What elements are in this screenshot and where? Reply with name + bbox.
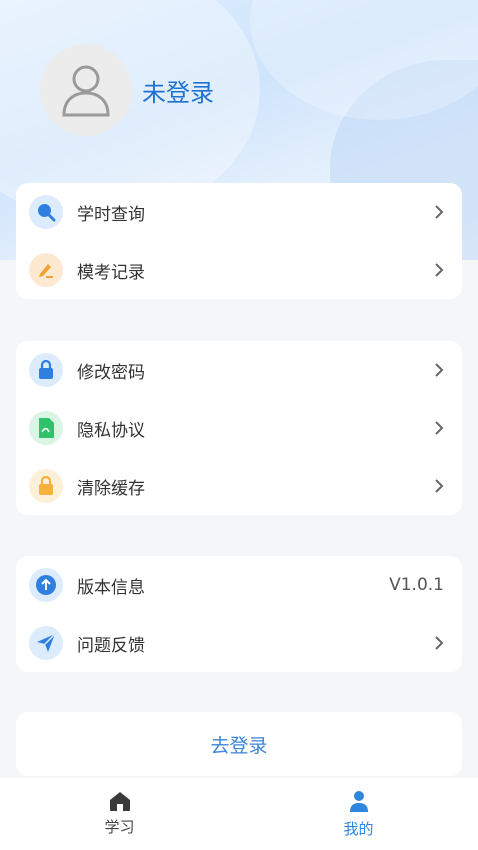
menu-item-study-hours[interactable]: 学时查询 xyxy=(16,183,462,241)
profile-section[interactable]: 未登录 xyxy=(40,44,214,136)
version-value: V1.0.1 xyxy=(389,575,444,595)
menu-label: 修改密码 xyxy=(77,362,145,383)
tab-mine[interactable]: 我的 xyxy=(239,778,478,850)
tab-study[interactable]: 学习 xyxy=(0,778,239,850)
menu-item-feedback[interactable]: 问题反馈 xyxy=(16,614,462,672)
chevron-right-icon xyxy=(432,419,446,437)
menu-card-study: 学时查询 模考记录 xyxy=(16,183,462,299)
chevron-right-icon xyxy=(432,261,446,279)
menu-label: 问题反馈 xyxy=(77,635,145,656)
go-login-button[interactable]: 去登录 xyxy=(16,712,462,776)
user-avatar-icon[interactable] xyxy=(40,44,132,136)
document-icon xyxy=(29,411,63,445)
upload-icon xyxy=(29,568,63,602)
tab-label: 学习 xyxy=(104,818,135,836)
menu-card-about: 版本信息 V1.0.1 问题反馈 xyxy=(16,556,462,672)
send-icon xyxy=(29,626,63,660)
chevron-right-icon xyxy=(432,361,446,379)
tab-label: 我的 xyxy=(343,820,374,838)
chevron-right-icon xyxy=(432,203,446,221)
menu-label: 模考记录 xyxy=(77,262,145,283)
menu-item-version-info[interactable]: 版本信息 V1.0.1 xyxy=(16,556,462,614)
menu-label: 清除缓存 xyxy=(77,478,145,499)
menu-label: 版本信息 xyxy=(77,577,145,598)
menu-label: 学时查询 xyxy=(77,204,145,225)
search-icon xyxy=(29,195,63,229)
bottom-tab-bar: 学习 我的 xyxy=(0,778,478,850)
home-icon xyxy=(109,792,130,811)
lock-icon xyxy=(29,353,63,387)
login-status-text[interactable]: 未登录 xyxy=(142,73,214,108)
menu-item-privacy-agreement[interactable]: 隐私协议 xyxy=(16,399,462,457)
menu-label: 隐私协议 xyxy=(77,420,145,441)
lock-icon xyxy=(29,469,63,503)
chevron-right-icon xyxy=(432,477,446,495)
menu-item-mock-exam-records[interactable]: 模考记录 xyxy=(16,241,462,299)
menu-item-clear-cache[interactable]: 清除缓存 xyxy=(16,457,462,515)
person-icon xyxy=(349,791,368,812)
menu-card-settings: 修改密码 隐私协议 清除缓存 xyxy=(16,341,462,515)
pencil-icon xyxy=(29,253,63,287)
chevron-right-icon xyxy=(432,634,446,652)
menu-item-change-password[interactable]: 修改密码 xyxy=(16,341,462,399)
